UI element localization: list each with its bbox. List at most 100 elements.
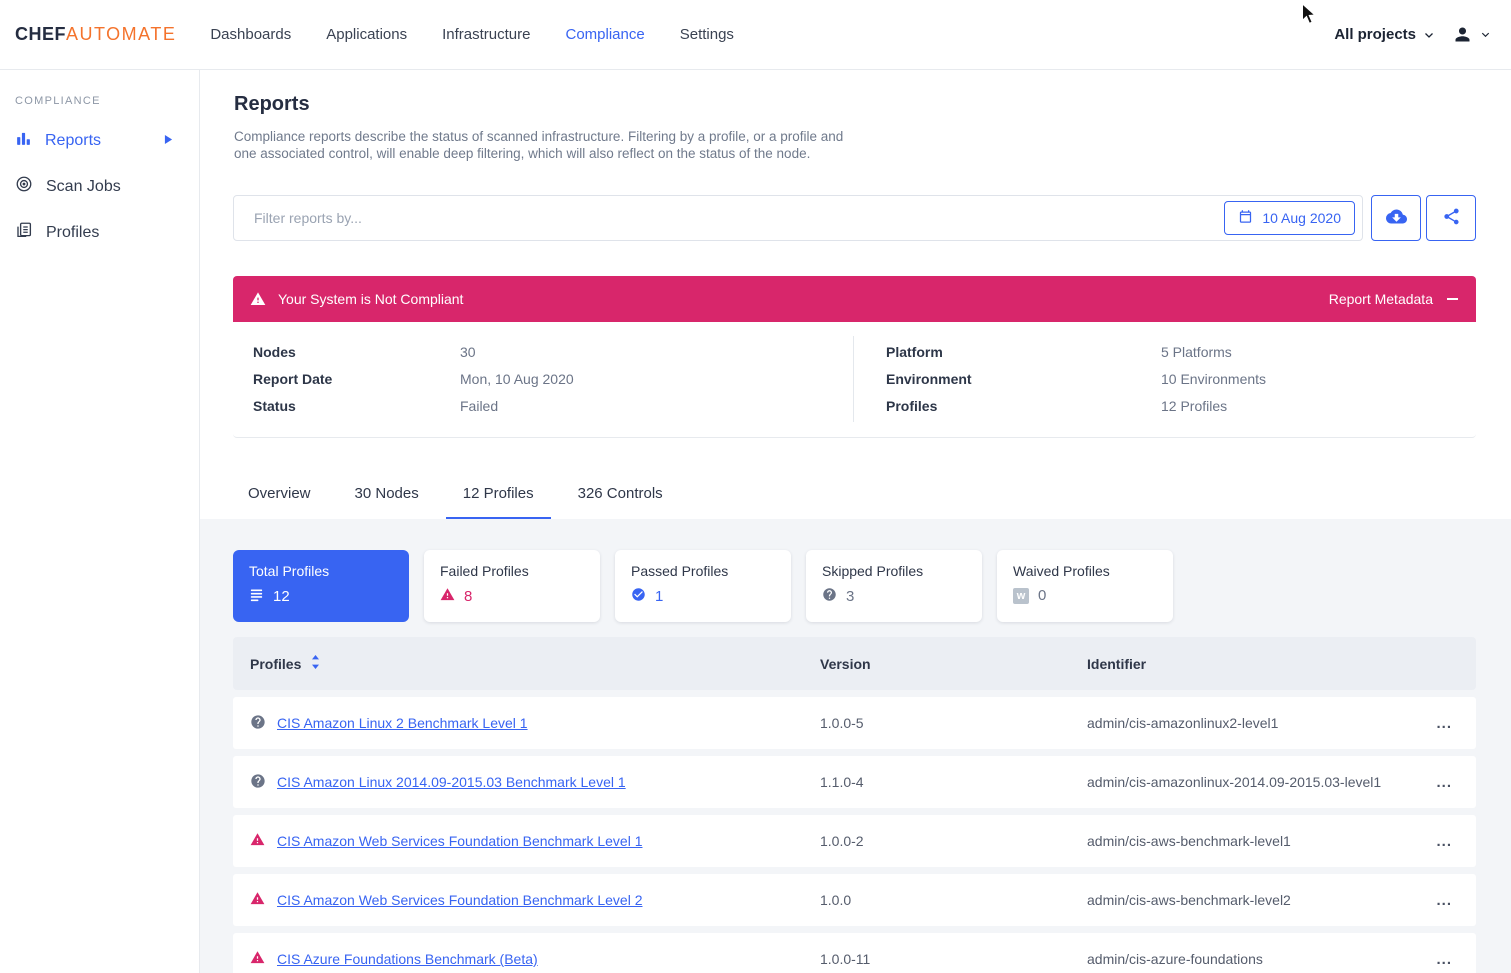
filter-reports-input[interactable] bbox=[234, 210, 1362, 226]
chef-automate-logo[interactable]: CHEFAUTOMATE bbox=[15, 24, 176, 45]
sidebar-section-title: COMPLIANCE bbox=[15, 95, 199, 107]
metadata-label: Nodes bbox=[253, 344, 460, 360]
waived-badge-icon: w bbox=[1013, 588, 1029, 604]
nav-applications[interactable]: Applications bbox=[326, 26, 407, 43]
warning-triangle-icon bbox=[250, 291, 266, 307]
cloud-download-icon bbox=[1386, 206, 1407, 230]
metadata-value: 30 bbox=[460, 344, 476, 360]
report-metadata-toggle[interactable]: Report Metadata bbox=[1329, 291, 1433, 307]
table-row[interactable]: CIS Amazon Linux 2014.09-2015.03 Benchma… bbox=[233, 756, 1476, 808]
sidebar-item-label: Scan Jobs bbox=[46, 178, 121, 196]
user-profile-icon[interactable] bbox=[1452, 24, 1473, 45]
question-circle-icon bbox=[822, 587, 837, 606]
table-header: Profiles Version Identifier bbox=[233, 637, 1476, 690]
metadata-row-profiles: Profiles 12 Profiles bbox=[886, 392, 1266, 419]
tab-nodes[interactable]: 30 Nodes bbox=[338, 484, 436, 520]
warning-triangle-icon bbox=[250, 891, 277, 909]
card-count-row: 3 bbox=[822, 587, 966, 606]
metadata-label: Profiles bbox=[886, 398, 1161, 414]
card-count-row: 12 bbox=[249, 587, 393, 606]
column-header-profiles[interactable]: Profiles bbox=[250, 655, 820, 672]
metadata-row-status: Status Failed bbox=[253, 392, 574, 419]
report-filter-bar: 10 Aug 2020 bbox=[233, 195, 1363, 241]
table-row[interactable]: CIS Amazon Web Services Foundation Bench… bbox=[233, 874, 1476, 926]
card-failed-profiles[interactable]: Failed Profiles 8 bbox=[424, 550, 600, 622]
calendar-icon bbox=[1238, 209, 1253, 227]
question-circle-icon bbox=[250, 773, 277, 792]
profile-version: 1.0.0-11 bbox=[820, 951, 1087, 967]
table-row[interactable]: CIS Azure Foundations Benchmark (Beta) 1… bbox=[233, 933, 1476, 973]
compliance-sidebar: COMPLIANCE Reports Scan Jobs Profiles bbox=[0, 70, 200, 973]
table-row[interactable]: CIS Amazon Web Services Foundation Bench… bbox=[233, 815, 1476, 867]
tab-overview[interactable]: Overview bbox=[231, 484, 328, 520]
expand-arrow-icon[interactable] bbox=[164, 132, 173, 150]
row-menu-icon[interactable]: ... bbox=[1436, 951, 1476, 968]
metadata-right-column: Platform 5 Platforms Environment 10 Envi… bbox=[886, 338, 1266, 419]
nav-compliance[interactable]: Compliance bbox=[566, 26, 645, 43]
row-menu-icon[interactable]: ... bbox=[1436, 833, 1476, 850]
compliance-status-banner: Your System is Not Compliant Report Meta… bbox=[233, 276, 1476, 322]
profile-link[interactable]: CIS Amazon Linux 2014.09-2015.03 Benchma… bbox=[277, 774, 626, 790]
column-header-identifier: Identifier bbox=[1087, 656, 1423, 672]
download-report-button[interactable] bbox=[1371, 195, 1421, 241]
collapse-icon[interactable] bbox=[1447, 298, 1458, 300]
profile-link[interactable]: CIS Amazon Linux 2 Benchmark Level 1 bbox=[277, 715, 528, 731]
card-count-row: 8 bbox=[440, 587, 584, 606]
projects-filter-dropdown[interactable]: All projects bbox=[1334, 26, 1416, 43]
row-menu-icon[interactable]: ... bbox=[1436, 774, 1476, 791]
card-total-profiles[interactable]: Total Profiles 12 bbox=[233, 550, 409, 622]
card-skipped-profiles[interactable]: Skipped Profiles 3 bbox=[806, 550, 982, 622]
report-metadata-panel: Nodes 30 Report Date Mon, 10 Aug 2020 St… bbox=[233, 322, 1476, 438]
metadata-row-environment: Environment 10 Environments bbox=[886, 365, 1266, 392]
card-count: 1 bbox=[655, 588, 663, 605]
sort-icon[interactable] bbox=[311, 655, 320, 672]
profiles-stack-icon bbox=[15, 221, 33, 244]
nav-dashboards[interactable]: Dashboards bbox=[210, 26, 291, 43]
sidebar-item-profiles[interactable]: Profiles bbox=[15, 221, 185, 244]
metadata-value: Mon, 10 Aug 2020 bbox=[460, 371, 574, 387]
chevron-down-icon[interactable] bbox=[1423, 29, 1435, 41]
nav-settings[interactable]: Settings bbox=[680, 26, 734, 43]
card-count: 0 bbox=[1038, 587, 1046, 604]
page-title: Reports bbox=[234, 93, 310, 116]
row-menu-icon[interactable]: ... bbox=[1436, 715, 1476, 732]
bar-chart-icon bbox=[15, 130, 32, 152]
metadata-divider bbox=[853, 336, 854, 422]
metadata-row-platform: Platform 5 Platforms bbox=[886, 338, 1266, 365]
metadata-label: Environment bbox=[886, 371, 1161, 387]
tab-controls[interactable]: 326 Controls bbox=[561, 484, 680, 520]
share-report-button[interactable] bbox=[1426, 195, 1476, 241]
profile-version: 1.0.0-2 bbox=[820, 833, 1087, 849]
card-count-row: 1 bbox=[631, 587, 775, 606]
card-label: Skipped Profiles bbox=[822, 563, 966, 579]
sidebar-item-reports[interactable]: Reports bbox=[15, 130, 185, 152]
card-label: Waived Profiles bbox=[1013, 563, 1157, 579]
sidebar-item-label: Profiles bbox=[46, 224, 99, 242]
user-menu-chevron-icon[interactable] bbox=[1480, 29, 1491, 40]
sidebar-item-label: Reports bbox=[45, 132, 101, 150]
profile-link[interactable]: CIS Amazon Web Services Foundation Bench… bbox=[277, 892, 642, 908]
row-menu-icon[interactable]: ... bbox=[1436, 892, 1476, 909]
card-count: 12 bbox=[273, 588, 290, 605]
metadata-label: Report Date bbox=[253, 371, 460, 387]
profile-link[interactable]: CIS Amazon Web Services Foundation Bench… bbox=[277, 833, 642, 849]
profile-identifier: admin/cis-aws-benchmark-level1 bbox=[1087, 833, 1423, 849]
metadata-value: 10 Environments bbox=[1161, 371, 1266, 387]
primary-nav: Dashboards Applications Infrastructure C… bbox=[210, 26, 734, 43]
profile-link[interactable]: CIS Azure Foundations Benchmark (Beta) bbox=[277, 951, 538, 967]
date-picker-button[interactable]: 10 Aug 2020 bbox=[1224, 201, 1355, 235]
tab-profiles[interactable]: 12 Profiles bbox=[446, 484, 551, 520]
card-label: Total Profiles bbox=[249, 563, 393, 579]
table-row[interactable]: CIS Amazon Linux 2 Benchmark Level 1 1.0… bbox=[233, 697, 1476, 749]
card-waived-profiles[interactable]: Waived Profiles w 0 bbox=[997, 550, 1173, 622]
sidebar-item-scan-jobs[interactable]: Scan Jobs bbox=[15, 175, 185, 198]
metadata-label: Platform bbox=[886, 344, 1161, 360]
banner-message: Your System is Not Compliant bbox=[278, 291, 463, 307]
profiles-table: Profiles Version Identifier CIS Amazon L… bbox=[233, 637, 1476, 973]
card-passed-profiles[interactable]: Passed Profiles 1 bbox=[615, 550, 791, 622]
metadata-value: 12 Profiles bbox=[1161, 398, 1227, 414]
metadata-value: 5 Platforms bbox=[1161, 344, 1232, 360]
column-header-version: Version bbox=[820, 656, 1087, 672]
metadata-row-nodes: Nodes 30 bbox=[253, 338, 574, 365]
nav-infrastructure[interactable]: Infrastructure bbox=[442, 26, 530, 43]
